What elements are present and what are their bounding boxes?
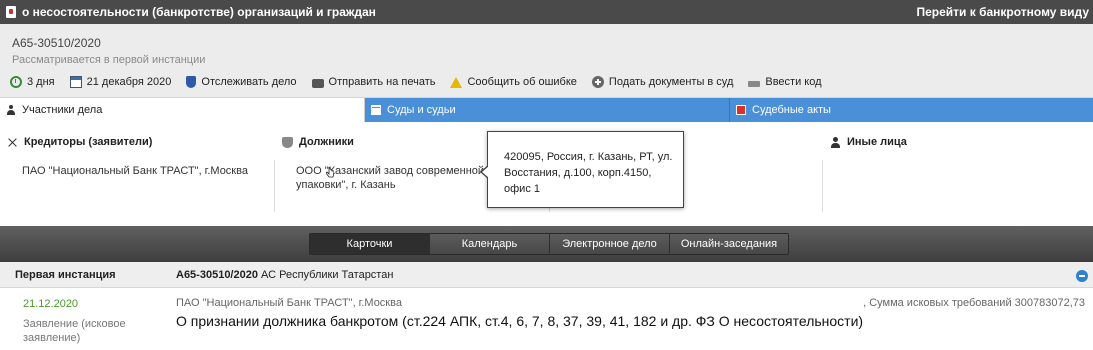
- track-case-button[interactable]: Отслеживать дело: [186, 76, 297, 88]
- tab-participants[interactable]: Участники дела: [0, 98, 365, 122]
- person-icon: [6, 105, 16, 115]
- record-subject[interactable]: О признании должника банкротом (ст.224 А…: [176, 313, 863, 329]
- address-text: 420095, Россия, г. Казань, РТ, ул. Восст…: [504, 151, 673, 195]
- case-number: А65-30510/2020: [12, 36, 101, 50]
- switch-bankruptcy-view-link[interactable]: Перейти к банкротному виду: [916, 5, 1089, 19]
- column-divider: [822, 160, 823, 212]
- clock-icon: [10, 76, 22, 88]
- instance-title: Первая инстанция: [15, 269, 116, 281]
- debtors-heading: Должники: [282, 136, 354, 148]
- view-switcher: Карточки Календарь Электронное дело Онла…: [309, 233, 789, 255]
- creditor-link[interactable]: ПАО "Национальный Банк ТРАСТ", г.Москва: [22, 164, 262, 178]
- crossed-swords-icon: [7, 137, 18, 148]
- printer-icon: [311, 78, 324, 88]
- print-label: Отправить на печать: [328, 76, 436, 88]
- case-record-row[interactable]: 21.12.2020 Заявление (исковое заявление)…: [0, 288, 1093, 350]
- instance-header: Первая инстанция А65-30510/2020 АС Респу…: [0, 262, 1093, 288]
- case-tabs: Участники дела Суды и судьи Судебные акт…: [0, 98, 1093, 122]
- case-toolbar: 3 дня 21 декабря 2020 Отслеживать дело О…: [10, 74, 837, 90]
- case-status: Рассматривается в первой инстанции: [12, 54, 206, 66]
- date-label: 21 декабря 2020: [86, 76, 172, 88]
- debtors-title: Должники: [299, 136, 354, 148]
- address-tooltip: 420095, Россия, г. Казань, РТ, ул. Восст…: [480, 131, 684, 208]
- duration-label: 3 дня: [27, 76, 55, 88]
- submit-documents-button[interactable]: Подать документы в суд: [591, 76, 734, 88]
- enter-code-button[interactable]: Ввести код: [748, 76, 822, 88]
- tab-calendar[interactable]: Календарь: [430, 234, 550, 254]
- other-persons-title: Иные лица: [847, 136, 907, 148]
- plus-circle-icon: [591, 76, 604, 88]
- submit-documents-label: Подать документы в суд: [608, 76, 734, 88]
- record-claim-sum: , Сумма исковых требований 300783072,73: [863, 297, 1085, 309]
- courts-icon: [371, 105, 381, 115]
- instance-case-number: А65-30510/2020: [176, 269, 258, 281]
- instance-court: АС Республики Татарстан: [261, 269, 394, 281]
- duration-item: 3 дня: [10, 76, 55, 88]
- instance-case: А65-30510/2020 АС Республики Татарстан: [176, 269, 393, 281]
- tab-judicial-acts-label: Судебные акты: [752, 104, 831, 116]
- track-case-label: Отслеживать дело: [201, 76, 297, 88]
- case-header: А65-30510/2020 Рассматривается в первой …: [0, 24, 1093, 98]
- tab-judicial-acts[interactable]: Судебные акты: [730, 98, 1093, 122]
- creditors-title: Кредиторы (заявители): [24, 136, 153, 148]
- creditors-heading: Кредиторы (заявители): [7, 136, 152, 148]
- enter-code-label: Ввести код: [765, 76, 822, 88]
- report-error-button[interactable]: Сообщить об ошибке: [450, 76, 577, 88]
- mouse-cursor-icon: [326, 167, 334, 178]
- print-button[interactable]: Отправить на печать: [311, 76, 436, 88]
- tab-online-hearings[interactable]: Онлайн-заседания: [670, 234, 788, 254]
- tab-electronic-case[interactable]: Электронное дело: [550, 234, 670, 254]
- top-bar: о несостоятельности (банкротстве) органи…: [0, 0, 1093, 24]
- record-type: Заявление (исковое заявление): [23, 318, 126, 344]
- tab-courts[interactable]: Суды и судьи: [365, 98, 730, 122]
- tab-courts-label: Суды и судьи: [387, 104, 456, 116]
- calendar-icon: [69, 76, 82, 88]
- shield-icon: [282, 136, 293, 148]
- case-category-title: о несостоятельности (банкротстве) органи…: [22, 5, 376, 19]
- tab-cards[interactable]: Карточки: [310, 234, 430, 254]
- record-party: ПАО "Национальный Банк ТРАСТ", г.Москва: [176, 297, 402, 309]
- view-switcher-bar: Карточки Календарь Электронное дело Онла…: [0, 226, 1093, 262]
- tab-participants-label: Участники дела: [22, 104, 103, 116]
- report-error-label: Сообщить об ошибке: [467, 76, 577, 88]
- person-icon: [830, 136, 841, 148]
- record-date: 21.12.2020: [23, 298, 79, 310]
- warning-icon: [450, 76, 463, 88]
- column-divider: [274, 160, 275, 212]
- document-icon: [736, 105, 746, 115]
- other-persons-heading: Иные лица: [830, 136, 907, 148]
- case-type-icon: [6, 6, 16, 18]
- debtor-link[interactable]: ООО "Казанский завод современной упаковк…: [296, 164, 486, 192]
- collapse-button[interactable]: [1076, 270, 1088, 282]
- date-item: 21 декабря 2020: [69, 76, 172, 88]
- shield-icon: [186, 76, 197, 88]
- code-icon: [748, 80, 761, 87]
